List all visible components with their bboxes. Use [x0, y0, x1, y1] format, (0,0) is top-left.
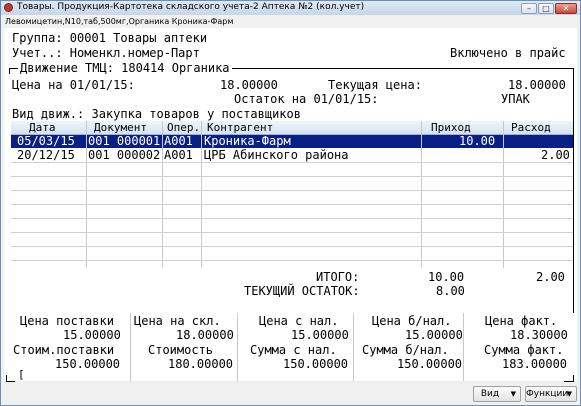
row-income: 10.00 — [459, 134, 496, 148]
sum-novat: 150.00000 — [397, 357, 463, 371]
row-document: 001 000002 — [88, 148, 161, 162]
scroll-bracket: [ — [18, 368, 25, 381]
row-divider — [11, 162, 573, 163]
col-document[interactable]: Документ — [94, 121, 147, 134]
frame-corner-left — [6, 375, 15, 382]
table-row[interactable]: 20/12/15 001 000002 А001 ЦРБ Абинского р… — [11, 149, 573, 162]
row-operation: А001 — [164, 148, 193, 162]
warehouse-price: 18.00000 — [176, 328, 234, 342]
frame-corner-right — [564, 375, 574, 382]
row-divider — [11, 190, 573, 191]
col-date[interactable]: Дата — [29, 121, 56, 134]
cost: 180.00000 — [168, 357, 234, 371]
functions-button-label: Функции — [526, 389, 569, 399]
supply-price: 15.00000 — [63, 328, 121, 342]
warehouse-price-label: Цена на скл. — [134, 314, 221, 328]
sum-actual-label: Сумма факт. — [484, 343, 564, 357]
price-on-date-label: Цена на 01/01/15: — [12, 78, 135, 92]
cost-label: Стоимость — [148, 343, 214, 357]
col-operation[interactable]: Опер. — [167, 121, 200, 134]
summary-divider — [237, 313, 238, 381]
row-divider — [11, 232, 573, 233]
row-divider — [11, 176, 573, 177]
table-header: Дата Документ Опер. Контрагент Приход Ра… — [11, 121, 573, 135]
summary-divider — [463, 313, 464, 381]
main-panel: Группа: 00001 Товары аптеки Учет..: Номе… — [4, 28, 577, 382]
col-counterparty[interactable]: Контрагент — [207, 121, 273, 134]
supply-cost: 150.00000 — [55, 357, 121, 371]
row-divider — [11, 204, 573, 205]
current-price-value: 18.00000 — [508, 78, 566, 92]
balance-unit: УПАК — [501, 92, 530, 106]
current-price-label: Текущая цена: — [328, 78, 422, 92]
minimize-button[interactable]: – — [521, 3, 537, 14]
price-vat-label: Цена с нал. — [259, 314, 339, 328]
price-on-date-value: 18.00000 — [220, 78, 278, 92]
row-expense: 2.00 — [541, 148, 570, 162]
supply-price-label: Цена поставки — [20, 314, 114, 328]
row-counterparty: Кроника-Фарм — [204, 134, 291, 148]
sum-vat-label: Сумма с нал. — [250, 343, 337, 357]
sum-actual: 183.00000 — [502, 357, 568, 371]
current-balance-value: 8.00 — [436, 284, 465, 298]
row-date: 05/03/15 — [17, 134, 75, 148]
total-income: 10.00 — [428, 270, 465, 284]
row-divider — [11, 218, 573, 219]
window-title: Товары. Продукция-Картотека складского у… — [17, 2, 365, 12]
status-bar: Вид ▼ Функции ▼ — [1, 383, 580, 405]
movement-frame-left — [9, 68, 10, 74]
price-status: Включено в прайс — [450, 46, 566, 60]
summary-panel: Цена поставки 15.00000 Стоим.поставки 15… — [4, 313, 577, 382]
total-label: ИТОГО: — [316, 270, 360, 284]
supply-cost-label: Стоим.поставки — [13, 343, 115, 357]
col-expense[interactable]: Расход — [511, 121, 551, 134]
view-button[interactable]: Вид ▼ — [473, 386, 521, 402]
price-novat-label: Цена б/нал. — [372, 314, 452, 328]
maximize-button[interactable]: □ — [538, 3, 554, 14]
current-balance-label: ТЕКУЩИЙ ОСТАТОК: — [244, 284, 360, 298]
row-divider — [11, 246, 573, 247]
group-label: Группа: 00001 Товары аптеки — [12, 31, 208, 45]
sum-vat: 150.00000 — [283, 357, 349, 371]
close-button[interactable]: ✕ — [555, 3, 577, 14]
row-operation: А001 — [164, 134, 193, 148]
movement-table[interactable]: Дата Документ Опер. Контрагент Приход Ра… — [11, 121, 573, 268]
movement-legend: Движение ТМЦ: 180414 Органика — [18, 61, 232, 75]
summary-divider — [130, 313, 131, 381]
row-counterparty: ЦРБ Абинского района — [204, 148, 349, 162]
col-income[interactable]: Приход — [431, 121, 471, 134]
account-label: Учет..: Номенкл.номер-Парт — [12, 46, 200, 60]
price-vat: 15.00000 — [291, 328, 349, 342]
price-actual-label: Цена факт. — [485, 314, 558, 328]
app-icon — [4, 3, 13, 12]
view-button-label: Вид — [480, 389, 500, 399]
movement-type: Вид движ.: Закупка товаров у поставщиков — [12, 107, 301, 121]
functions-button[interactable]: Функции ▼ — [525, 386, 577, 402]
chevron-down-icon: ▼ — [566, 390, 572, 398]
summary-divider — [353, 313, 354, 381]
row-date: 20/12/15 — [17, 148, 75, 162]
title-bar: Товары. Продукция-Картотека складского у… — [1, 1, 580, 15]
row-document: 001 000001 — [88, 134, 161, 148]
application-window: Товары. Продукция-Картотека складского у… — [0, 0, 581, 406]
table-row[interactable]: 05/03/15 001 000001 А001 Кроника-Фарм 10… — [11, 135, 573, 148]
chevron-down-icon: ▼ — [510, 390, 516, 398]
row-divider — [11, 260, 573, 261]
price-novat: 15.00000 — [405, 328, 463, 342]
sum-novat-label: Сумма б/нал. — [362, 343, 449, 357]
price-actual: 18.30000 — [510, 328, 568, 342]
item-subtitle: Левомицетин,N10,таб,500мг,Органика Крони… — [5, 17, 234, 26]
total-expense: 2.00 — [536, 270, 565, 284]
balance-label: Остаток на 01/01/15: — [234, 92, 379, 106]
